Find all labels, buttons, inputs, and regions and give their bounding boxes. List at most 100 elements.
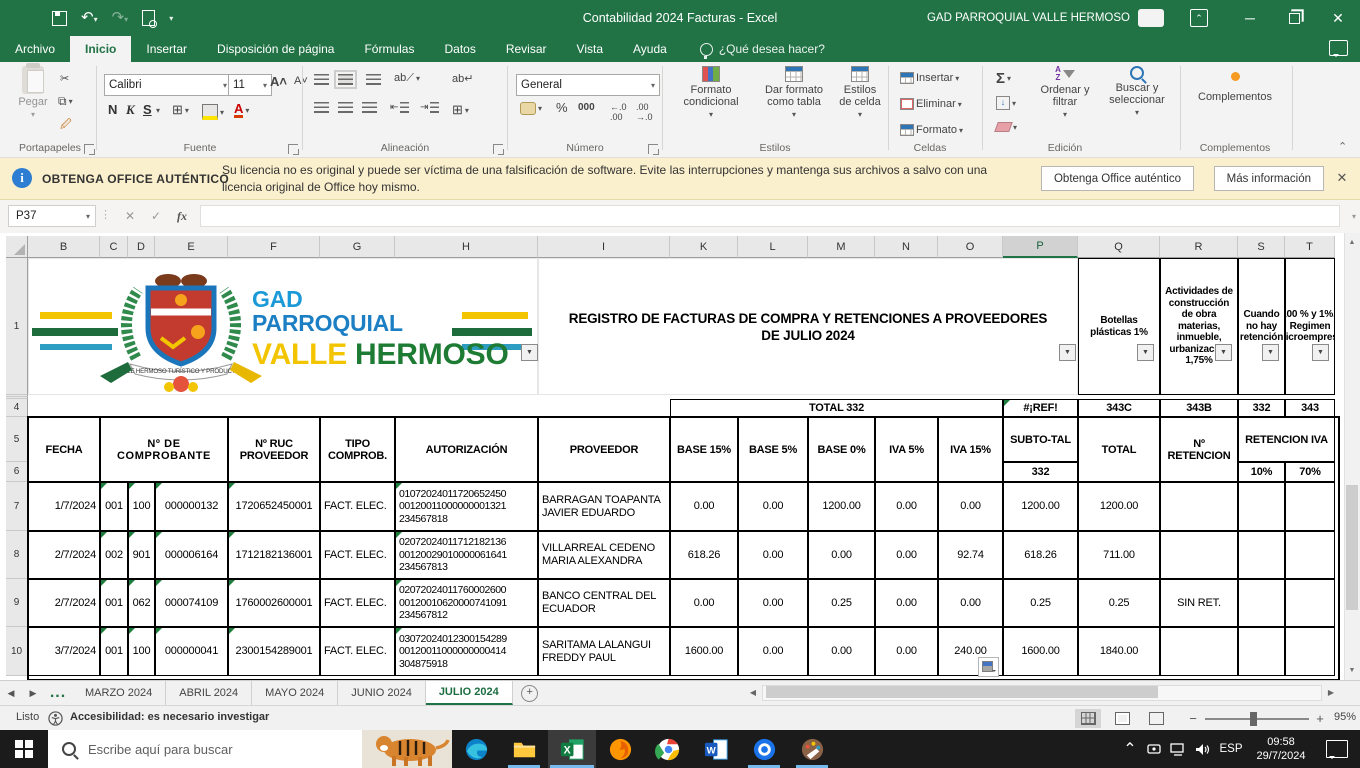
taskbar-paint-icon[interactable]: [788, 730, 836, 768]
column-header-P[interactable]: P: [1003, 236, 1078, 258]
account-name[interactable]: GAD PARROQUIAL VALLE HERMOSO: [927, 0, 1130, 36]
align-right-button[interactable]: [362, 102, 377, 113]
column-header-R[interactable]: R: [1160, 236, 1238, 258]
sheet-overflow-button[interactable]: ...: [44, 681, 72, 705]
col-header-retencion-iva[interactable]: RETENCION IVA: [1238, 417, 1335, 462]
formula-bar-handle[interactable]: ⋮: [100, 208, 111, 221]
col-header-10pct[interactable]: 10%: [1238, 462, 1285, 482]
cell-base15-row10[interactable]: 1600.00: [670, 627, 738, 676]
cell-num-ret-row9[interactable]: SIN RET.: [1160, 579, 1238, 627]
start-button[interactable]: [0, 730, 48, 768]
cell-343[interactable]: 343: [1285, 399, 1335, 417]
row-header-4[interactable]: 4: [6, 399, 28, 417]
cell-header-regimen[interactable]: 100 % y 1%.- Regimen microempresa: [1285, 258, 1335, 395]
bold-button[interactable]: N: [108, 102, 117, 117]
conditional-formatting-button[interactable]: Formato condicional▾: [672, 66, 750, 119]
find-select-button[interactable]: Buscar y seleccionar▾: [1102, 66, 1172, 117]
column-header-K[interactable]: K: [670, 236, 738, 258]
copy-button[interactable]: ⧉▾: [58, 94, 73, 109]
align-middle-button[interactable]: [338, 74, 353, 85]
page-break-view-button[interactable]: [1143, 709, 1169, 728]
close-warning-icon[interactable]: ✕: [1332, 168, 1352, 188]
avatar[interactable]: [1138, 9, 1164, 27]
comments-icon[interactable]: [1329, 40, 1348, 56]
minimize-button[interactable]: ─: [1228, 0, 1272, 36]
col-header-tipo[interactable]: TIPO COMPROB.: [320, 417, 395, 482]
cell-total-row8[interactable]: 711.00: [1078, 531, 1160, 579]
taskbar-clock[interactable]: 09:58 29/7/2024: [1248, 735, 1314, 763]
cell-fecha-row8[interactable]: 2/7/2024: [28, 531, 100, 579]
col-header-base0[interactable]: BASE 0%: [808, 417, 875, 482]
cell-ref-error[interactable]: #¡REF!: [1003, 399, 1078, 417]
cell-ret70-row10[interactable]: [1285, 627, 1335, 676]
zoom-level[interactable]: 95%: [1334, 711, 1356, 723]
cell-base15-row7[interactable]: 0.00: [670, 482, 738, 531]
column-header-E[interactable]: E: [155, 236, 228, 258]
col-header-autorizacion[interactable]: AUTORIZACIÓN: [395, 417, 538, 482]
cell-iva15-row9[interactable]: 0.00: [938, 579, 1003, 627]
taskbar-chrome-icon[interactable]: [644, 730, 692, 768]
ribbon-tab-disposici-n-de-p-gina[interactable]: Disposición de página: [202, 36, 349, 62]
cell-343c[interactable]: 343C: [1078, 399, 1160, 417]
column-header-L[interactable]: L: [738, 236, 808, 258]
merge-center-button[interactable]: ⊞▾: [452, 102, 469, 118]
number-format-select[interactable]: General▾: [516, 74, 660, 96]
column-header-D[interactable]: D: [128, 236, 155, 258]
clear-button[interactable]: ▾: [996, 122, 1017, 132]
cell-autorizacion-row10[interactable]: 03072024012300154289 0012001100000000041…: [395, 627, 538, 676]
cell-base5-row10[interactable]: 0.00: [738, 627, 808, 676]
zoom-slider-thumb[interactable]: [1250, 712, 1257, 726]
tell-me-search[interactable]: ¿Qué desea hacer?: [682, 36, 825, 62]
cell-num-ret-row8[interactable]: [1160, 531, 1238, 579]
font-color-button[interactable]: A▾: [234, 102, 249, 118]
name-box[interactable]: P37▾: [8, 205, 96, 227]
comma-style-button[interactable]: 000: [578, 102, 595, 113]
more-info-button[interactable]: Más información: [1214, 166, 1324, 191]
ribbon-display-options-icon[interactable]: ⌃: [1190, 9, 1208, 27]
decrease-decimal-button[interactable]: .00→.0: [636, 102, 653, 122]
zoom-out-icon[interactable]: −: [1186, 710, 1200, 726]
filter-dropdown-icon[interactable]: ▼: [1215, 344, 1232, 361]
paste-button[interactable]: Pegar▾: [10, 66, 56, 119]
cell-tipo-row8[interactable]: FACT. ELEC.: [320, 531, 395, 579]
insert-function-icon[interactable]: fx: [170, 205, 194, 227]
cell-total-row10[interactable]: 1840.00: [1078, 627, 1160, 676]
clipboard-dialog-launcher[interactable]: [84, 144, 94, 154]
format-painter-button[interactable]: 🖉: [60, 116, 72, 135]
cell-comp2-row7[interactable]: 100: [128, 482, 155, 531]
scroll-right-icon[interactable]: ▶: [1324, 685, 1338, 699]
column-header-M[interactable]: M: [808, 236, 875, 258]
col-header-num-retencion[interactable]: Nº RETENCION: [1160, 417, 1238, 482]
cell-fecha-row9[interactable]: 2/7/2024: [28, 579, 100, 627]
ribbon-tab-ayuda[interactable]: Ayuda: [618, 36, 682, 62]
language-indicator[interactable]: ESP: [1214, 743, 1248, 755]
cell-iva15-row8[interactable]: 92.74: [938, 531, 1003, 579]
sheet-tab-abril-2024[interactable]: ABRIL 2024: [166, 681, 252, 705]
alignment-dialog-launcher[interactable]: [493, 144, 503, 154]
select-all-corner[interactable]: [6, 236, 28, 258]
cell-autorizacion-row8[interactable]: 02072024011712182136 0012002901000006164…: [395, 531, 538, 579]
borders-button[interactable]: ⊞▾: [172, 102, 189, 118]
cell-tipo-row10[interactable]: FACT. ELEC.: [320, 627, 395, 676]
formula-input[interactable]: [200, 205, 1340, 227]
increase-decimal-button[interactable]: ←.0.00: [610, 102, 627, 122]
ribbon-tab-revisar[interactable]: Revisar: [491, 36, 562, 62]
cell-comp2-row8[interactable]: 901: [128, 531, 155, 579]
font-name-select[interactable]: Calibri▾: [104, 74, 232, 96]
cell-header-cuando-no-hay[interactable]: Cuando no hay retención: [1238, 258, 1285, 395]
col-header-base5[interactable]: BASE 5%: [738, 417, 808, 482]
cell-logo[interactable]: VALLE HERMOSO TURÍSTICO Y PRODUCTIVO GAD…: [28, 258, 538, 395]
font-dialog-launcher[interactable]: [288, 144, 298, 154]
percent-style-button[interactable]: %: [556, 100, 568, 115]
action-center-icon[interactable]: [1326, 740, 1348, 758]
underline-button[interactable]: S: [143, 102, 152, 117]
cell-iva15-row7[interactable]: 0.00: [938, 482, 1003, 531]
scroll-up-icon[interactable]: ▲: [1346, 236, 1358, 248]
cell-ret70-row7[interactable]: [1285, 482, 1335, 531]
decrease-indent-button[interactable]: ⇤: [390, 102, 409, 113]
cell-base0-row7[interactable]: 1200.00: [808, 482, 875, 531]
cell-base5-row9[interactable]: 0.00: [738, 579, 808, 627]
addins-button[interactable]: Complementos: [1190, 66, 1280, 103]
taskbar-browser-icon[interactable]: [740, 730, 788, 768]
italic-button[interactable]: K: [126, 102, 135, 118]
